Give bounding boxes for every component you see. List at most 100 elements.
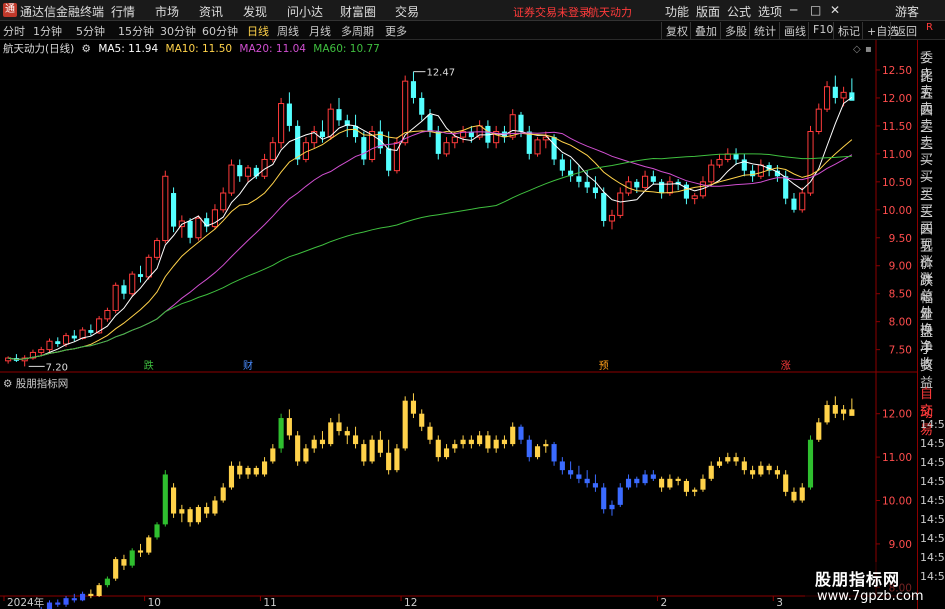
menu-item-market[interactable]: 行情: [111, 3, 135, 20]
candle-body: [137, 274, 144, 277]
tick-time[interactable]: 14:56: [920, 570, 945, 583]
indicator-bar: [477, 435, 483, 445]
menu-layout[interactable]: 版面: [696, 3, 720, 20]
indicator-bar: [443, 448, 450, 458]
indicator-bar: [154, 524, 160, 538]
menu-item-wealth[interactable]: 财富圈: [340, 3, 376, 20]
adjust-button[interactable]: 复权: [661, 22, 692, 39]
indicator-bar: [584, 478, 590, 484]
tab-30min[interactable]: 30分钟: [160, 23, 196, 39]
tick-time[interactable]: 14:56: [920, 437, 945, 450]
tick-time[interactable]: 14:56: [920, 494, 945, 507]
stats-button[interactable]: 统计: [749, 22, 780, 39]
tick-time[interactable]: 14:56: [920, 551, 945, 564]
indicator-bar: [592, 483, 599, 488]
overlay-button[interactable]: 叠加: [690, 22, 721, 39]
indicator-bar: [261, 461, 268, 475]
ma10-line: [8, 124, 853, 360]
menu-item-ask[interactable]: 问小达: [287, 3, 323, 20]
indicator-label: ⚙ 股朋指标网: [3, 376, 68, 391]
tab-timeshare[interactable]: 分时: [3, 23, 25, 39]
menu-options[interactable]: 选项: [758, 3, 782, 20]
price-tick-label: 8.00: [889, 317, 912, 329]
menu-item-markets[interactable]: 市场: [155, 3, 179, 20]
tab-1min[interactable]: 1分钟: [33, 23, 62, 39]
tab-multi-period[interactable]: 多周期: [341, 23, 374, 39]
login-status: 证券交易未登录: [513, 6, 590, 19]
indicator-bar: [501, 439, 508, 445]
indicator-bar: [137, 550, 144, 553]
tab-60min[interactable]: 60分钟: [202, 23, 238, 39]
candle-body: [716, 158, 723, 166]
candle-body: [410, 81, 417, 98]
price-axes: 12.50 12.00 11.50 11.00 10.50 10.00 9.50 9.00 8.…: [3, 65, 912, 609]
indicator-name: 股朋指标网: [15, 378, 69, 390]
close-window-icon[interactable]: ✕: [830, 3, 840, 17]
candle-body: [336, 109, 342, 121]
maximize-icon[interactable]: □: [810, 3, 821, 17]
indicator-bar: [807, 439, 814, 488]
indicator-bar: [510, 426, 516, 445]
indicator-bar: [204, 507, 210, 514]
indicator-settings-icon[interactable]: ⚙: [3, 378, 12, 390]
candle-body: [244, 167, 252, 177]
tick-time[interactable]: 14:56: [920, 513, 945, 526]
tab-daily[interactable]: 日线: [247, 23, 269, 39]
draw-line-button[interactable]: 画线: [779, 22, 810, 39]
kline-chart[interactable]: 12.50 12.00 11.50 11.00 10.50 10.00 9.50 9.00 8.…: [0, 40, 917, 609]
menu-bar: 通 通达信金融终端 行情 市场 资讯 发现 问小达 财富圈 交易 证券交易未登录…: [0, 0, 945, 21]
price-tick-label: 12.00: [882, 93, 912, 105]
menu-function[interactable]: 功能: [665, 3, 689, 20]
price-tick-label: 11.00: [882, 149, 912, 161]
candle-body: [38, 349, 45, 353]
event-marker: 涨: [781, 360, 791, 372]
legend-settings-icon[interactable]: ⚙: [82, 43, 91, 55]
candle-body: [708, 164, 715, 183]
tab-5min[interactable]: 5分钟: [76, 23, 105, 39]
menu-formula[interactable]: 公式: [727, 3, 751, 20]
candle-body: [815, 108, 822, 133]
x-tick-label: 12: [404, 597, 417, 609]
indicator-bar: [88, 593, 94, 596]
minimize-icon[interactable]: ─: [790, 3, 797, 17]
tab-15min[interactable]: 15分钟: [118, 23, 154, 39]
menu-item-news[interactable]: 资讯: [199, 3, 223, 20]
tab-weekly[interactable]: 周线: [277, 23, 299, 39]
options-icon: ▪: [865, 44, 872, 55]
mark-button[interactable]: 标记: [833, 22, 864, 39]
menu-item-discover[interactable]: 发现: [243, 3, 267, 20]
menu-item-trade[interactable]: 交易: [395, 3, 419, 20]
right-quote-panel: R 委比 卖五 卖四 卖三 卖二 卖一 买一 买二 买三 买四 买五 现价 涨跌 涨幅 总量 外盘 换手 净资 收益自…: [917, 22, 945, 609]
indicator-bar: [369, 439, 375, 462]
indicator-bar: [228, 465, 235, 488]
candle-body: [576, 176, 582, 182]
candle-body: [427, 114, 433, 132]
tick-time[interactable]: 14:56: [920, 532, 945, 545]
tab-monthly[interactable]: 月线: [309, 23, 331, 39]
tick-time[interactable]: 14:56: [920, 475, 945, 488]
multi-stock-button[interactable]: 多股: [720, 22, 751, 39]
indicator-bar: [568, 470, 574, 475]
back-button[interactable]: 返回: [890, 22, 921, 39]
candle-body: [171, 193, 177, 227]
tick-time[interactable]: 14:56: [920, 418, 945, 431]
indicator-bar: [659, 478, 665, 488]
candle-body: [823, 86, 831, 110]
candle-body: [435, 131, 441, 154]
watermark-title: 股朋指标网: [815, 570, 901, 589]
indicator-bar: [716, 461, 723, 466]
indicator-tick-label: 11.00: [882, 452, 912, 464]
price-tick-label: 10.50: [882, 177, 912, 189]
indicator-bar: [849, 409, 855, 416]
indicator-bar: [799, 487, 805, 501]
indicator-bar: [518, 426, 524, 440]
candle-body: [799, 192, 806, 211]
panel-toggle-icon[interactable]: R: [926, 22, 933, 33]
indicator-bar: [832, 405, 838, 414]
tick-time[interactable]: 14:56: [920, 456, 945, 469]
tab-more[interactable]: 更多: [385, 23, 407, 39]
indicator-tick-label: 10.00: [882, 496, 912, 508]
candle-body: [220, 192, 227, 211]
indicator-bar: [419, 413, 425, 427]
guest-login-button[interactable]: 游客: [895, 3, 919, 20]
